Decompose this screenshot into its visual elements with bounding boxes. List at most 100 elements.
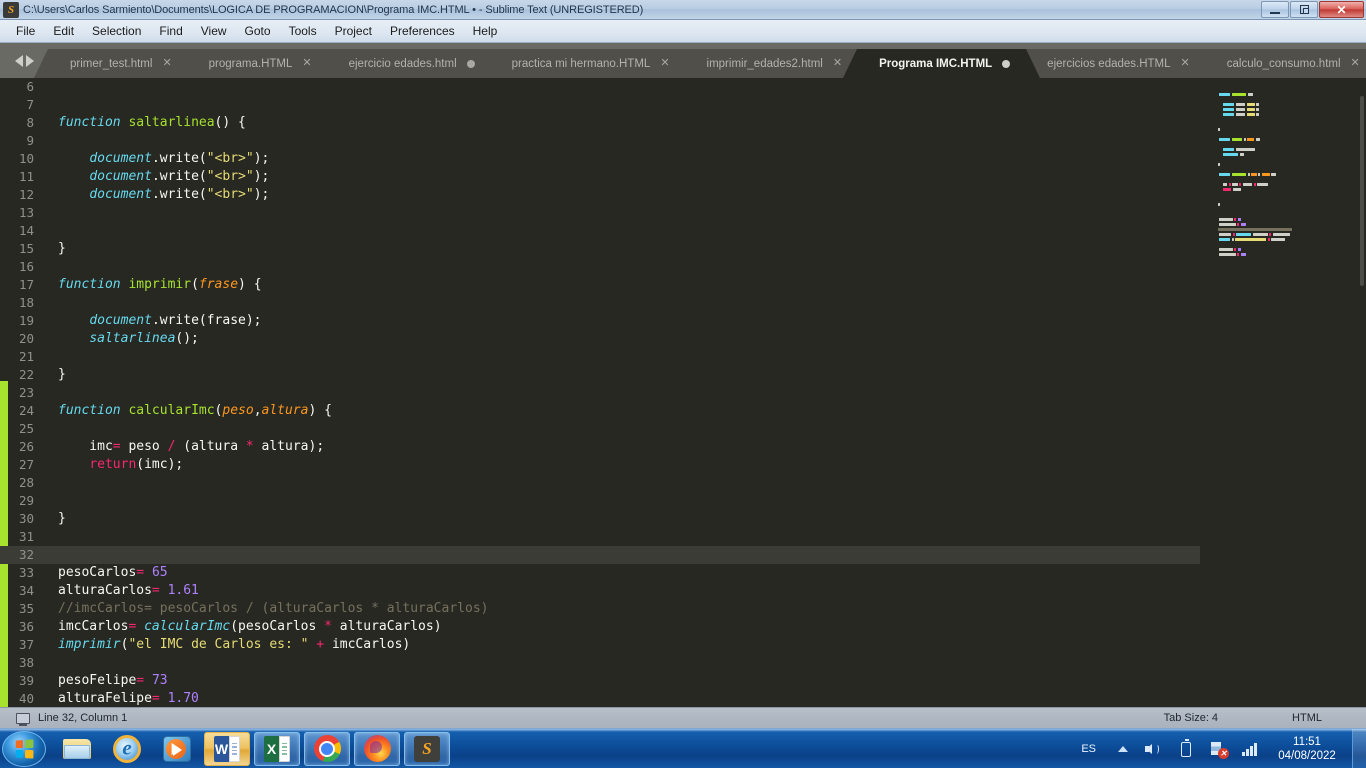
code-line[interactable]: 14 [0, 222, 1366, 240]
code-text[interactable]: pesoFelipe= 73 [45, 672, 1366, 690]
code-line[interactable]: 38 [0, 654, 1366, 672]
code-line[interactable]: 22} [0, 366, 1366, 384]
taskbar-button-microsoft-word[interactable]: W [204, 731, 250, 766]
code-line[interactable]: 32 [0, 546, 1366, 564]
show-hidden-icons-icon[interactable] [1118, 745, 1128, 752]
code-text[interactable]: document.write(frase); [45, 312, 1366, 330]
code-line[interactable]: 9 [0, 132, 1366, 150]
code-text[interactable] [45, 420, 1366, 438]
tab-ejercicio-edades-html[interactable]: ejercicio edades.html [312, 49, 505, 78]
code-line[interactable]: 27 return(imc); [0, 456, 1366, 474]
code-text[interactable] [45, 78, 1366, 96]
code-line[interactable]: 23 [0, 384, 1366, 402]
code-text[interactable] [45, 492, 1366, 510]
code-text[interactable]: function saltarlinea() { [45, 114, 1366, 132]
menu-item-selection[interactable]: Selection [83, 22, 150, 40]
code-line[interactable]: 8 function saltarlinea() { [0, 114, 1366, 132]
code-line[interactable]: 40 alturaFelipe= 1.70 [0, 690, 1366, 707]
start-button[interactable] [2, 730, 46, 767]
code-line[interactable]: 19 document.write(frase); [0, 312, 1366, 330]
show-desktop-button[interactable] [1352, 728, 1366, 768]
tab-close-icon[interactable]: ✕ [162, 58, 171, 69]
code-text[interactable] [45, 132, 1366, 150]
menu-item-file[interactable]: File [7, 22, 44, 40]
code-text[interactable] [45, 294, 1366, 312]
taskbar-button-windows-explorer[interactable] [54, 732, 100, 766]
language-indicator[interactable]: ES [1081, 743, 1096, 755]
menu-item-help[interactable]: Help [464, 22, 507, 40]
code-text[interactable]: alturaCarlos= 1.61 [45, 582, 1366, 600]
scroll-right-icon[interactable] [25, 54, 34, 67]
code-line[interactable]: 31 [0, 528, 1366, 546]
tab-close-icon[interactable]: ✕ [1351, 58, 1360, 69]
code-text[interactable]: imprimir("el IMC de Carlos es: " + imcCa… [45, 636, 1366, 654]
code-line[interactable]: 29 [0, 492, 1366, 510]
tab-practica-mi-hermano-html[interactable]: practica mi hermano.HTML ✕ [475, 49, 700, 78]
menu-item-tools[interactable]: Tools [280, 22, 326, 40]
minimap[interactable] [1200, 78, 1366, 707]
code-text[interactable]: pesoCarlos= 65 [45, 564, 1366, 582]
code-text[interactable]: } [45, 510, 1366, 528]
code-line[interactable]: 35 //imcCarlos= pesoCarlos / (alturaCarlo… [0, 600, 1366, 618]
taskbar-button-microsoft-excel[interactable]: X [254, 731, 300, 766]
menu-item-preferences[interactable]: Preferences [381, 22, 464, 40]
code-line[interactable]: 33 pesoCarlos= 65 [0, 564, 1366, 582]
code-text[interactable] [45, 222, 1366, 240]
tab-calculo-consumo-html[interactable]: calculo_consumo.html ✕ [1190, 49, 1366, 78]
code-line[interactable]: 39 pesoFelipe= 73 [0, 672, 1366, 690]
battery-icon[interactable] [1176, 738, 1196, 759]
code-line[interactable]: 28 [0, 474, 1366, 492]
code-text[interactable] [45, 528, 1366, 546]
tab-size-indicator[interactable]: Tab Size: 4 [1164, 712, 1218, 724]
code-line[interactable]: 24 function calcularImc(peso,altura) { [0, 402, 1366, 420]
menu-item-find[interactable]: Find [150, 22, 191, 40]
code-line[interactable]: 37 imprimir("el IMC de Carlos es: " + imc… [0, 636, 1366, 654]
tab-ejercicios-edades-html[interactable]: ejercicios edades.HTML ✕ [1011, 49, 1220, 78]
menu-item-view[interactable]: View [192, 22, 236, 40]
code-line[interactable]: 34 alturaCarlos= 1.61 [0, 582, 1366, 600]
code-text[interactable] [45, 654, 1366, 672]
taskbar-button-windows-media-player[interactable] [154, 732, 200, 766]
code-text[interactable] [45, 474, 1366, 492]
code-line[interactable]: 20 saltarlinea(); [0, 330, 1366, 348]
code-line[interactable]: 30} [0, 510, 1366, 528]
code-line[interactable]: 36 imcCarlos= calcularImc(pesoCarlos * al… [0, 618, 1366, 636]
code-line[interactable]: 11 document.write("<br>"); [0, 168, 1366, 186]
code-content[interactable]: 6 7 8 function saltarlinea() {9 10 docume… [0, 78, 1366, 707]
minimap-viewport[interactable] [1360, 96, 1364, 286]
code-text[interactable]: //imcCarlos= pesoCarlos / (alturaCarlos … [45, 600, 1366, 618]
code-line[interactable]: 21 [0, 348, 1366, 366]
code-line[interactable]: 26 imc= peso / (altura * altura); [0, 438, 1366, 456]
tab-unsaved-dot-icon[interactable] [466, 59, 475, 68]
code-text[interactable]: document.write("<br>"); [45, 168, 1366, 186]
code-text[interactable]: saltarlinea(); [45, 330, 1366, 348]
code-text[interactable] [45, 96, 1366, 114]
tab-close-icon[interactable]: ✕ [302, 58, 311, 69]
restore-button[interactable] [1290, 1, 1318, 18]
editor-pane[interactable]: 6 7 8 function saltarlinea() {9 10 docume… [0, 78, 1366, 707]
code-text[interactable]: document.write("<br>"); [45, 186, 1366, 204]
code-line[interactable]: 25 [0, 420, 1366, 438]
code-text[interactable]: function imprimir(frase) { [45, 276, 1366, 294]
console-toggle-icon[interactable] [16, 712, 30, 726]
tab-programa-imc-html[interactable]: Programa IMC.HTML [843, 49, 1041, 78]
signal-strength-icon[interactable] [1240, 739, 1260, 759]
volume-icon[interactable] [1144, 739, 1164, 759]
code-text[interactable]: } [45, 240, 1366, 258]
tab-unsaved-dot-icon[interactable] [1002, 59, 1011, 68]
scroll-left-icon[interactable] [14, 54, 23, 67]
code-text[interactable]: } [45, 366, 1366, 384]
code-text[interactable] [45, 546, 1366, 564]
tab-primer-test-html[interactable]: primer_test.html ✕ [34, 49, 202, 78]
code-line[interactable]: 6 [0, 78, 1366, 96]
syntax-indicator[interactable]: HTML [1292, 712, 1322, 724]
close-button[interactable]: ✕ [1319, 1, 1364, 18]
code-text[interactable] [45, 384, 1366, 402]
clock[interactable]: 11:51 04/08/2022 [1274, 735, 1340, 763]
menu-item-edit[interactable]: Edit [44, 22, 83, 40]
code-line[interactable]: 10 document.write("<br>"); [0, 150, 1366, 168]
code-text[interactable] [45, 348, 1366, 366]
minimize-button[interactable] [1261, 1, 1289, 18]
code-text[interactable]: imcCarlos= calcularImc(pesoCarlos * altu… [45, 618, 1366, 636]
code-text[interactable]: imc= peso / (altura * altura); [45, 438, 1366, 456]
